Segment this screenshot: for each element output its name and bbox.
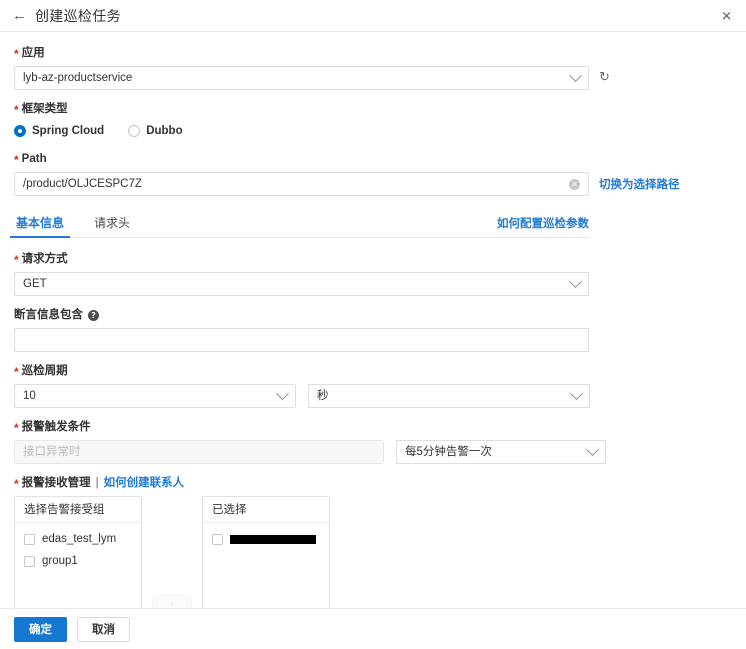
required-marker: * [14,477,19,491]
required-marker: * [14,153,19,167]
chevron-down-icon [570,386,583,400]
tab-request-header[interactable]: 请求头 [92,214,132,237]
path-input[interactable]: /product/OLJCESPC7Z ✕ [14,172,589,196]
transfer-source-title: 选择告警接受组 [15,497,141,523]
close-icon[interactable]: ✕ [721,9,732,22]
list-item[interactable]: edas_test_lym [15,528,141,550]
request-method-value: GET [23,278,47,290]
application-select[interactable]: lyb-az-productservice [14,66,589,90]
form-body: * 应用 lyb-az-productservice ↻ * 框架类型 Spri… [0,32,746,625]
chevron-down-icon [569,274,582,288]
assertion-label-text: 断言信息包含 [14,309,83,321]
alert-condition-label-text: 报警触发条件 [21,421,91,433]
assertion-input[interactable] [14,328,589,352]
required-marker: * [14,47,19,61]
alert-receivers-label-text: 报警接收管理 [21,477,91,489]
path-label: * Path [14,152,732,166]
radio-dubbo[interactable] [128,125,141,137]
required-marker: * [14,421,19,435]
page-title: 创建巡检任务 [35,7,121,24]
clear-icon[interactable]: ✕ [569,178,580,190]
field-assertion: 断言信息包含 ? [14,308,732,352]
field-application: * 应用 lyb-az-productservice ↻ [14,46,732,90]
period-value-select[interactable]: 10 [14,384,296,408]
transfer-source-list: edas_test_lym group1 [15,523,141,572]
alert-condition-input: 接口异常时 [14,440,384,464]
field-path: * Path /product/OLJCESPC7Z ✕ 切换为选择路径 [14,152,732,196]
path-label-text: Path [21,153,47,165]
framework-label-text: 框架类型 [21,103,68,115]
period-label-text: 巡检周期 [21,365,68,377]
chevron-down-icon [569,68,582,82]
framework-label: * 框架类型 [14,102,732,116]
field-alert-receivers: * 报警接收管理 | 如何创建联系人 选择告警接受组 edas_test_lym… [14,476,732,614]
radio-spring-cloud-label[interactable]: Spring Cloud [32,125,104,137]
confirm-button[interactable]: 确定 [14,616,67,642]
required-marker: * [14,365,19,379]
switch-to-path-picker-link[interactable]: 切换为选择路径 [599,176,680,192]
transfer-target-panel: 已选择 [202,496,330,614]
transfer-control: 选择告警接受组 edas_test_lym group1 › 已选择 [14,496,732,614]
method-label: * 请求方式 [14,252,732,266]
required-marker: * [14,103,19,117]
radio-spring-cloud[interactable] [14,125,26,137]
checkbox-icon[interactable] [212,533,223,545]
checkbox-icon[interactable] [24,533,35,545]
chevron-down-icon [276,386,289,400]
back-arrow-icon[interactable]: ← [12,8,27,23]
transfer-target-list [203,523,329,550]
alert-condition-label: * 报警触发条件 [14,420,732,434]
tab-bar: 基本信息 请求头 如何配置巡检参数 [9,210,589,238]
period-unit-select[interactable]: 秒 [308,384,590,408]
radio-dubbo-label[interactable]: Dubbo [146,125,182,137]
chevron-down-icon [586,442,599,456]
how-to-create-contact-link[interactable]: 如何创建联系人 [104,476,185,490]
period-unit-value: 秒 [317,390,329,402]
how-to-configure-link[interactable]: 如何配置巡检参数 [497,215,589,231]
application-label-text: 应用 [21,47,45,59]
period-value: 10 [23,390,36,402]
checkbox-icon[interactable] [24,555,35,567]
list-item-label: edas_test_lym [42,533,117,545]
required-marker: * [14,253,19,267]
alert-condition-value: 接口异常时 [23,446,81,458]
list-item[interactable] [203,528,329,550]
transfer-source-panel: 选择告警接受组 edas_test_lym group1 [14,496,142,614]
page-header: ← 创建巡检任务 ✕ [0,0,746,32]
application-label: * 应用 [14,46,732,60]
alert-receivers-label: * 报警接收管理 | 如何创建联系人 [14,476,732,490]
framework-radio-group: Spring Cloud Dubbo [14,122,732,140]
list-item[interactable]: group1 [15,550,141,572]
field-request-method: * 请求方式 GET [14,252,732,296]
application-value: lyb-az-productservice [23,72,133,84]
label-separator: | [95,477,99,489]
field-framework-type: * 框架类型 Spring Cloud Dubbo [14,102,732,140]
assertion-label: 断言信息包含 ? [14,308,732,322]
field-alert-condition: * 报警触发条件 接口异常时 每5分钟告警一次 [14,420,732,464]
alert-frequency-select[interactable]: 每5分钟告警一次 [396,440,606,464]
list-item-label: group1 [42,555,78,567]
transfer-target-title: 已选择 [203,497,329,523]
alert-frequency-value: 每5分钟告警一次 [405,446,492,458]
field-inspection-period: * 巡检周期 10 秒 [14,364,732,408]
method-label-text: 请求方式 [21,253,68,265]
period-label: * 巡检周期 [14,364,732,378]
refresh-icon[interactable]: ↻ [599,71,613,85]
form-footer: 确定 取消 [0,608,746,649]
help-icon[interactable]: ? [88,309,99,321]
path-value: /product/OLJCESPC7Z [23,178,142,190]
redacted-label [230,534,316,544]
tab-basic-info[interactable]: 基本信息 [9,214,71,238]
request-method-select[interactable]: GET [14,272,589,296]
transfer-actions: › [142,496,202,614]
cancel-button[interactable]: 取消 [77,616,130,642]
